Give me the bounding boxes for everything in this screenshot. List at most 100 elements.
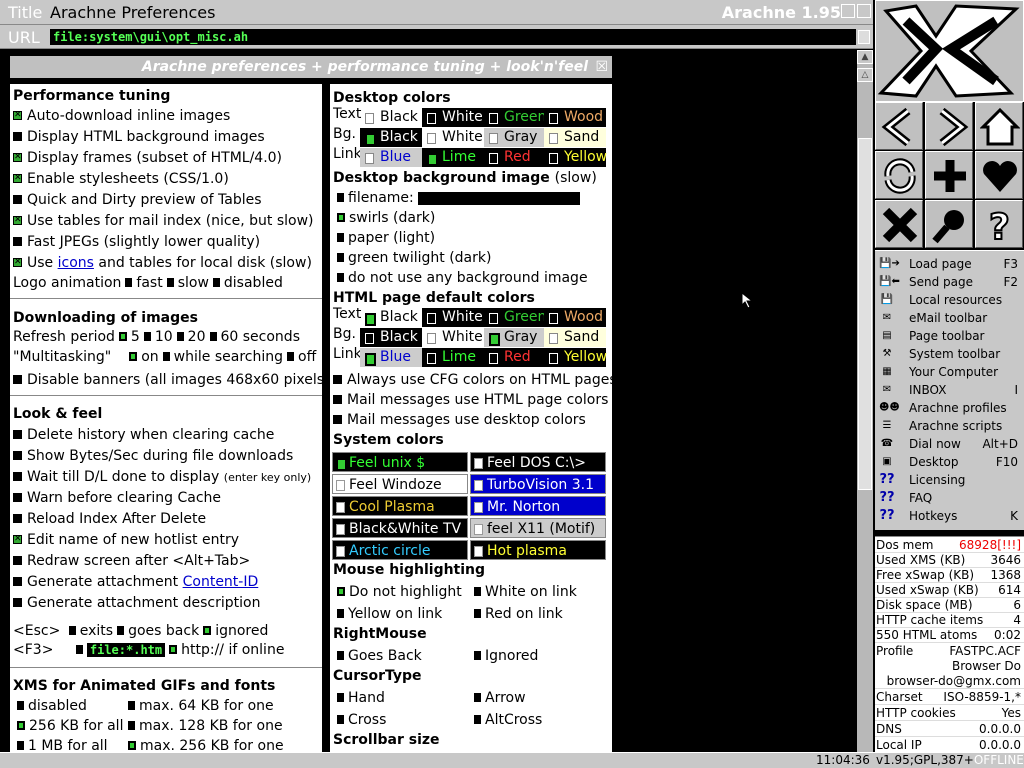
radio-icon[interactable]	[176, 331, 184, 341]
menu-load-page[interactable]: 💾➔ Load page F3	[875, 255, 1024, 273]
look-item[interactable]: Show Bytes/Sec during file downloads	[13, 448, 293, 464]
radio-icon[interactable]	[17, 700, 24, 710]
radio-icon[interactable]	[117, 625, 125, 635]
radio-icon[interactable]	[337, 272, 344, 282]
radio-selected-icon[interactable]	[169, 644, 178, 654]
bgimg-opt[interactable]: paper (light)	[333, 230, 435, 246]
menu-hotkeys[interactable]: ?? Hotkeys K	[875, 507, 1024, 525]
look-item[interactable]: Delete history when clearing cache	[13, 427, 274, 443]
sys-feel-windoze[interactable]: Feel Windoze	[332, 474, 468, 494]
vertical-scrollbar[interactable]: ▲ △	[857, 50, 873, 752]
radio-icon[interactable]	[287, 351, 294, 361]
menu-system-toolbar[interactable]: ⚒ System toolbar	[875, 345, 1024, 363]
menu-page-toolbar[interactable]: ▤ Page toolbar	[875, 327, 1024, 345]
radio-icon[interactable]	[143, 331, 151, 341]
hotlist-button[interactable]	[975, 151, 1023, 199]
html-link-yellow[interactable]: Yellow	[544, 348, 607, 367]
sys-turbovision[interactable]: TurboVision 3.1	[470, 474, 606, 494]
home-button[interactable]	[975, 102, 1023, 150]
radio-icon[interactable]	[68, 625, 76, 635]
desk-link-red[interactable]: Red	[484, 148, 544, 167]
checked-icon[interactable]: ✕	[13, 110, 22, 120]
look-item[interactable]: Generate attachment description	[13, 595, 260, 611]
checkbox-icon[interactable]	[333, 374, 342, 384]
cursor-arrow[interactable]: Arrow	[470, 690, 526, 706]
radio-selected-icon[interactable]	[337, 586, 345, 596]
checkbox-icon[interactable]	[13, 194, 22, 204]
radio-icon[interactable]	[128, 720, 135, 730]
cursor-cross[interactable]: Cross	[333, 712, 386, 728]
radio-selected-icon[interactable]	[128, 740, 136, 750]
html-check[interactable]: Mail messages use HTML page colors	[333, 392, 608, 408]
radio-icon[interactable]	[75, 644, 83, 654]
menu-email-toolbar[interactable]: ✉ eMail toolbar	[875, 309, 1024, 327]
mouse-opt[interactable]: Yellow on link	[333, 606, 442, 622]
checkbox-icon[interactable]	[13, 450, 22, 460]
close-icon[interactable]: ☒	[595, 56, 608, 78]
minimize-icon[interactable]	[841, 4, 855, 18]
menu-inbox[interactable]: ✉ INBOX I	[875, 381, 1024, 399]
sys-bw-tv[interactable]: Black&White TV	[332, 518, 468, 538]
radio-icon[interactable]	[212, 277, 220, 287]
checked-icon[interactable]: ✕	[13, 534, 22, 544]
menu-send-page[interactable]: 💾⬅ Send page F2	[875, 273, 1024, 291]
xms-max64[interactable]: max. 64 KB for one	[124, 698, 274, 714]
menu-faq[interactable]: ?? FAQ	[875, 489, 1024, 507]
desk-text-green[interactable]: Green	[484, 108, 546, 127]
scroll-top-icon[interactable]: ▲	[857, 50, 873, 64]
radio-selected-icon[interactable]	[203, 625, 212, 635]
radio-icon[interactable]	[162, 351, 170, 361]
rmouse-ignored[interactable]: Ignored	[470, 648, 538, 664]
menu-dial-now[interactable]: ☎ Dial now Alt+D	[875, 435, 1024, 453]
html-text-green[interactable]: Green	[484, 308, 546, 327]
radio-icon[interactable]	[474, 714, 481, 724]
html-link-red[interactable]: Red	[484, 348, 544, 367]
menu-desktop[interactable]: ▣ Desktop F10	[875, 453, 1024, 471]
perf-item-tables-preview[interactable]: Quick and Dirty preview of Tables	[13, 192, 262, 208]
bgimg-opt[interactable]: do not use any background image	[333, 270, 588, 286]
stop-button[interactable]	[875, 200, 923, 248]
help-button[interactable]: ?	[975, 200, 1023, 248]
xms-1mball[interactable]: 1 MB for all	[13, 738, 108, 752]
bgimg-opt[interactable]: swirls (dark)	[333, 210, 435, 226]
sys-feel-unix[interactable]: Feel unix $	[332, 452, 468, 472]
perf-item-autodownload[interactable]: ✕ Auto-download inline images	[13, 108, 230, 124]
html-link-lime[interactable]: Lime	[422, 348, 484, 367]
radio-icon[interactable]	[474, 692, 481, 702]
checked-icon[interactable]: ✕	[13, 257, 22, 267]
desk-bg-sand[interactable]: Sand	[544, 128, 606, 147]
html-text-white[interactable]: White	[422, 308, 484, 327]
mouse-opt[interactable]: White on link	[470, 584, 577, 600]
radio-icon[interactable]	[337, 692, 344, 702]
radio-icon[interactable]	[17, 740, 24, 750]
scroll-up-icon[interactable]: △	[857, 68, 873, 82]
perf-item-css[interactable]: ✕ Enable stylesheets (CSS/1.0)	[13, 171, 229, 187]
radio-icon[interactable]	[474, 650, 481, 660]
desk-link-lime[interactable]: Lime	[422, 148, 484, 167]
sys-hot-plasma[interactable]: Hot plasma	[470, 540, 606, 560]
perf-item-bgimages[interactable]: Display HTML background images	[13, 129, 265, 145]
f3-file-input[interactable]: file:*.htm	[86, 643, 166, 657]
look-item[interactable]: ✕ Edit name of new hotlist entry	[13, 532, 239, 548]
cursor-altcross[interactable]: AltCross	[470, 712, 542, 728]
menu-local-resources[interactable]: 💾 Local resources	[875, 291, 1024, 309]
menu-arachne-profiles[interactable]: ☻☻ Arachne profiles	[875, 399, 1024, 417]
add-button[interactable]	[925, 151, 973, 199]
sys-cool-plasma[interactable]: Cool Plasma	[332, 496, 468, 516]
checkbox-icon[interactable]	[13, 513, 22, 523]
rmouse-back[interactable]: Goes Back	[333, 648, 422, 664]
html-bg-black[interactable]: Black	[360, 328, 422, 347]
desk-bg-black[interactable]: Black	[360, 128, 422, 147]
radio-icon[interactable]	[166, 277, 174, 287]
radio-icon[interactable]	[337, 608, 344, 618]
scroll-thumb[interactable]	[858, 138, 872, 490]
cursor-hand[interactable]: Hand	[333, 690, 385, 706]
html-bg-white[interactable]: White	[422, 328, 484, 347]
radio-icon[interactable]	[337, 232, 344, 242]
menu-arachne-scripts[interactable]: ☰ Arachne scripts	[875, 417, 1024, 435]
desk-link-yellow[interactable]: Yellow	[544, 148, 607, 167]
close-icon[interactable]	[857, 4, 871, 18]
perf-item-fast-jpeg[interactable]: Fast JPEGs (slightly lower quality)	[13, 234, 260, 250]
xms-max256[interactable]: max. 256 KB for one	[124, 738, 284, 752]
checkbox-icon[interactable]	[13, 597, 22, 607]
